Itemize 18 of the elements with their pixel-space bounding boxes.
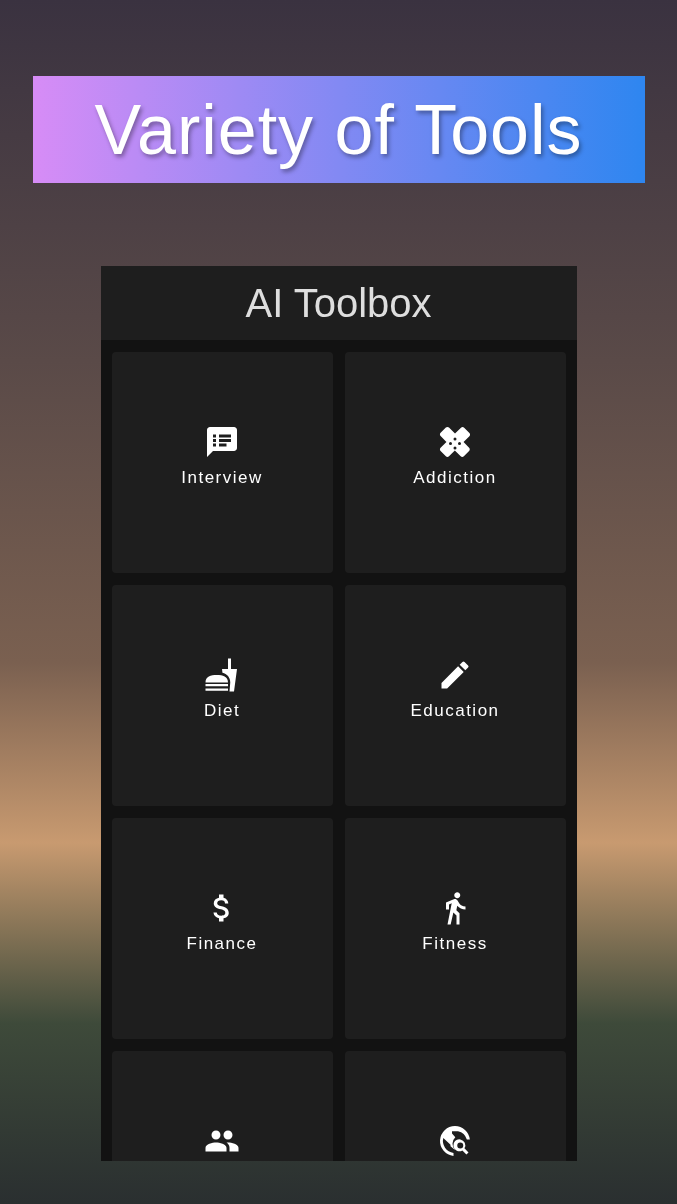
tool-tile[interactable]: Finance [111,818,333,1039]
chat-list-icon [204,424,240,460]
globe-search-icon [437,1123,473,1159]
app-title: AI Toolbox [100,266,577,340]
tool-tile[interactable]: Diet [111,585,333,806]
tool-label: Finance [186,934,258,954]
tool-label: Diet [203,701,241,721]
tool-label: Fitness [422,934,488,954]
bandage-icon [437,424,473,460]
tool-label: Addiction [413,468,497,488]
tool-tile[interactable]: Addiction [344,352,566,573]
tool-label: Education [410,701,500,721]
tool-label: Interview [181,468,263,488]
banner-title: Variety of Tools [32,76,645,183]
tool-tile[interactable]: Interview [111,352,333,573]
tool-tile[interactable]: Education [344,585,566,806]
burger-drink-icon [204,657,240,693]
tool-tile[interactable]: Fitness [344,818,566,1039]
